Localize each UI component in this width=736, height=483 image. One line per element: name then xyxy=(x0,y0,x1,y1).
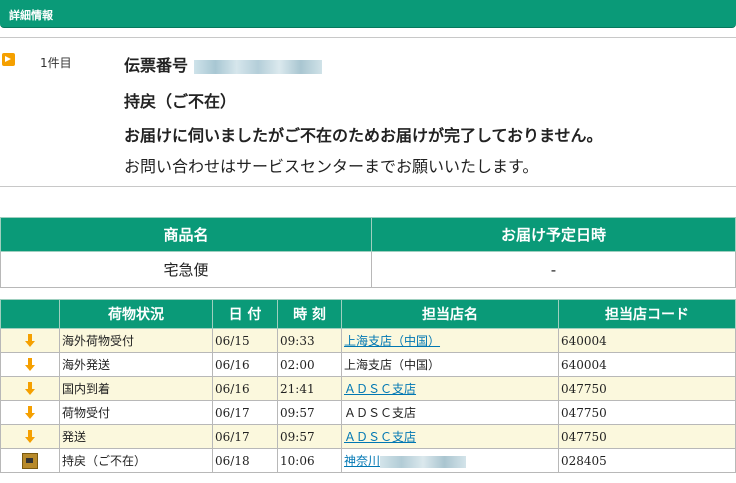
table-row: 発送 06/17 09:57 ＡＤＳＣ支店 047750 xyxy=(0,424,736,449)
product-name-cell: 宅急便 xyxy=(0,251,372,288)
status-header: 荷物状況 xyxy=(59,299,213,329)
date-header: 日 付 xyxy=(212,299,278,329)
divider xyxy=(0,186,736,187)
arrow-right-icon xyxy=(2,53,15,66)
table-row: 持戻（ご不在） 06/18 10:06 神奈川 028405 xyxy=(0,448,736,473)
status-cell: 持戻（ご不在） xyxy=(59,448,213,473)
arrow-down-icon xyxy=(25,381,35,396)
date-cell: 06/18 xyxy=(212,448,278,473)
package-icon xyxy=(22,452,38,469)
delivery-status: 持戻（ご不在） xyxy=(124,92,237,111)
item-count: 1件目 xyxy=(40,56,72,70)
store-code-cell: 640004 xyxy=(558,328,736,353)
tracking-number-row: 伝票番号 xyxy=(124,52,323,76)
status-cell: 発送 xyxy=(59,424,213,449)
table-row: 荷物受付 06/17 09:57 ＡＤＳＣ支店 047750 xyxy=(0,400,736,425)
icon-column-header xyxy=(0,299,60,329)
time-cell: 02:00 xyxy=(277,352,342,377)
tracking-number-label: 伝票番号 xyxy=(124,56,189,75)
time-cell: 21:41 xyxy=(277,376,342,401)
section-title: 詳細情報 xyxy=(9,9,53,22)
product-table: 商品名 お届け予定日時 宅急便 - xyxy=(0,217,736,288)
time-cell: 10:06 xyxy=(277,448,342,473)
delivery-date-header: お届け予定日時 xyxy=(371,217,736,252)
store-link[interactable]: 上海支店（中国） xyxy=(344,334,440,348)
date-cell: 06/17 xyxy=(212,424,278,449)
time-header: 時 刻 xyxy=(277,299,342,329)
store-code-cell: 028405 xyxy=(558,448,736,473)
status-message: お届けに伺いましたがご不在のためお届けが完了しておりません。 xyxy=(124,126,603,145)
store-code-header: 担当店コード xyxy=(558,299,736,329)
date-cell: 06/17 xyxy=(212,400,278,425)
store-name-cell: ＡＤＳＣ支店 xyxy=(341,400,559,425)
store-name-cell: 上海支店（中国） xyxy=(341,352,559,377)
status-cell: 海外荷物受付 xyxy=(59,328,213,353)
store-link[interactable]: ＡＤＳＣ支店 xyxy=(344,382,416,396)
delivery-date-cell: - xyxy=(371,251,736,288)
arrow-down-icon xyxy=(25,333,35,348)
store-code-cell: 047750 xyxy=(558,424,736,449)
status-cell: 海外発送 xyxy=(59,352,213,377)
divider xyxy=(0,37,736,38)
table-row: 国内到着 06/16 21:41 ＡＤＳＣ支店 047750 xyxy=(0,376,736,401)
date-cell: 06/16 xyxy=(212,376,278,401)
time-cell: 09:57 xyxy=(277,424,342,449)
store-code-cell: 047750 xyxy=(558,376,736,401)
redacted-tracking-number xyxy=(194,59,323,74)
arrow-down-icon xyxy=(25,429,35,444)
table-row: 海外荷物受付 06/15 09:33 上海支店（中国） 640004 xyxy=(0,328,736,353)
section-header: 詳細情報 xyxy=(0,0,736,28)
time-cell: 09:33 xyxy=(277,328,342,353)
store-code-cell: 640004 xyxy=(558,352,736,377)
date-cell: 06/16 xyxy=(212,352,278,377)
status-cell: 荷物受付 xyxy=(59,400,213,425)
arrow-down-icon xyxy=(25,357,35,372)
contact-note: お問い合わせはサービスセンターまでお願いいたします。 xyxy=(124,157,539,176)
time-cell: 09:57 xyxy=(277,400,342,425)
product-name-header: 商品名 xyxy=(0,217,372,252)
tracking-history-table: 荷物状況 日 付 時 刻 担当店名 担当店コード 海外荷物受付 06/15 09… xyxy=(0,299,736,473)
store-header: 担当店名 xyxy=(341,299,559,329)
table-row: 海外発送 06/16 02:00 上海支店（中国） 640004 xyxy=(0,352,736,377)
date-cell: 06/15 xyxy=(212,328,278,353)
status-cell: 国内到着 xyxy=(59,376,213,401)
store-link[interactable]: 神奈川 xyxy=(344,454,380,468)
arrow-down-icon xyxy=(25,405,35,420)
redacted-store-name xyxy=(380,455,467,468)
store-code-cell: 047750 xyxy=(558,400,736,425)
store-link[interactable]: ＡＤＳＣ支店 xyxy=(344,430,416,444)
